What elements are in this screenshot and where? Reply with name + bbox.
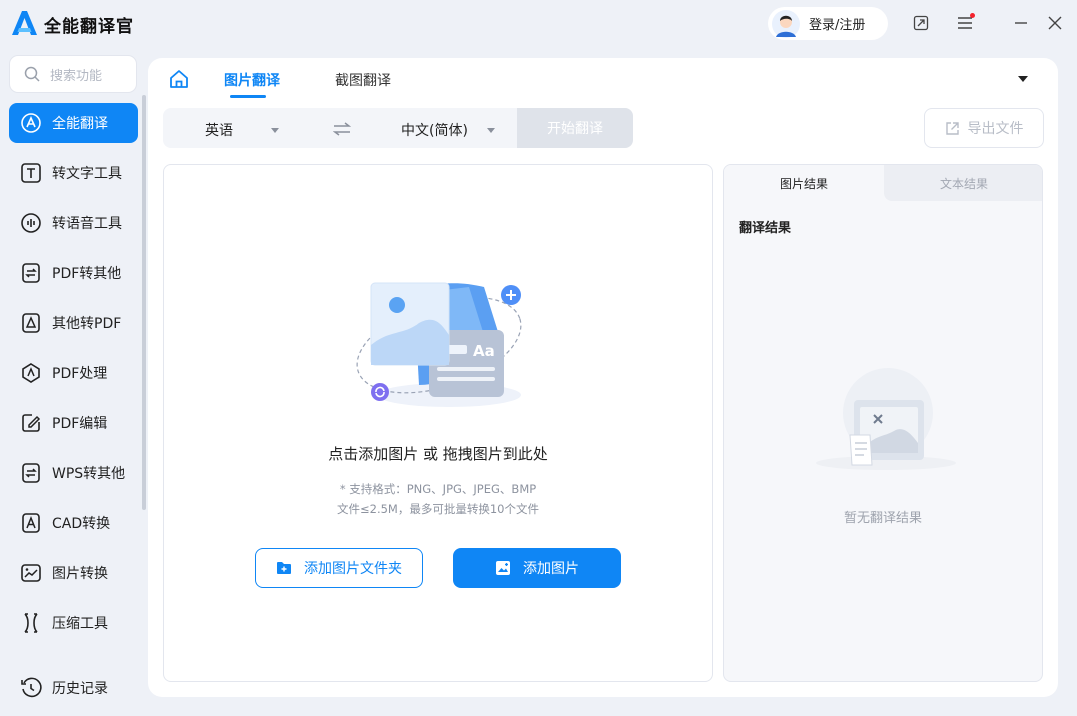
- app-logo-icon: [12, 11, 37, 35]
- add-folder-label: 添加图片文件夹: [304, 561, 402, 577]
- sidebar-item-label: PDF转其他: [52, 266, 122, 282]
- pin-icon[interactable]: [910, 12, 932, 34]
- history-label: 历史记录: [52, 681, 108, 697]
- sidebar-item-label: 压缩工具: [52, 616, 108, 632]
- upload-limit-hint: 文件≤2.5M，最多可批量转换10个文件: [337, 502, 539, 516]
- sidebar-item-label: 其他转PDF: [52, 316, 122, 332]
- tab-image-translate[interactable]: 图片翻译: [224, 70, 280, 90]
- export-label: 导出文件: [967, 121, 1024, 137]
- sidebar-item-history[interactable]: 历史记录: [9, 668, 138, 708]
- pdf-convert-icon: [22, 263, 40, 283]
- sidebar-item-label: 全能翻译: [52, 116, 108, 132]
- sidebar-item-label: 转语音工具: [52, 216, 122, 232]
- compress-icon: [24, 613, 38, 633]
- start-translate-button[interactable]: 开始翻译: [517, 108, 633, 148]
- sidebar-item-label: CAD转换: [52, 516, 111, 532]
- sidebar-item-translate[interactable]: 全能翻译: [9, 103, 138, 143]
- tab-image-result[interactable]: 图片结果: [724, 165, 884, 201]
- history-icon: [21, 677, 42, 698]
- app-title: 全能翻译官: [44, 17, 134, 37]
- export-file-button[interactable]: 导出文件: [924, 108, 1044, 148]
- target-language-select[interactable]: 中文(简体): [401, 120, 495, 140]
- sidebar-item-text-tool[interactable]: 转文字工具: [9, 153, 138, 193]
- sidebar-item-label: PDF处理: [52, 366, 108, 382]
- chevron-down-icon: [486, 127, 495, 133]
- upload-title: 点击添加图片 或 拖拽图片到此处: [328, 445, 548, 463]
- home-icon[interactable]: [168, 68, 190, 90]
- cad-convert-icon: [22, 513, 40, 533]
- login-label: 登录/注册: [809, 18, 866, 33]
- pdf-edit-icon: [22, 414, 41, 432]
- add-image-button[interactable]: 添加图片: [453, 548, 621, 588]
- text-tool-icon: [21, 163, 41, 183]
- image-convert-icon: [21, 564, 41, 582]
- upload-illustration-icon: Aa: [356, 282, 522, 407]
- upload-format-hint: * 支持格式：PNG、JPG、JPEG、BMP: [339, 482, 537, 496]
- source-language-value: 英语: [205, 123, 233, 139]
- result-panel: 图片结果 文本结果 翻译结果 暂无翻译结果: [723, 164, 1043, 682]
- pdf-process-icon: [22, 363, 40, 383]
- chevron-down-icon: [271, 127, 279, 133]
- menu-icon[interactable]: [954, 12, 976, 34]
- sidebar-item-pdf-edit[interactable]: PDF编辑: [9, 403, 138, 443]
- login-button[interactable]: 登录/注册: [768, 7, 888, 40]
- sidebar-scrollbar[interactable]: [142, 95, 146, 510]
- search-placeholder: 搜索功能: [50, 68, 103, 84]
- add-image-folder-button[interactable]: 添加图片文件夹: [255, 548, 423, 588]
- empty-result-icon: [816, 368, 956, 470]
- tab-text-result[interactable]: 文本结果: [884, 165, 1042, 201]
- search-icon: [24, 66, 40, 82]
- wps-convert-icon: [22, 463, 40, 483]
- voice-tool-icon: [21, 213, 41, 233]
- add-image-label: 添加图片: [523, 561, 579, 577]
- upload-dropzone[interactable]: Aa 点击添加图片 或 拖拽图片到此处 * 支持格式：PNG、JPG、JPEG、…: [163, 164, 713, 682]
- sidebar-item-label: 转文字工具: [52, 166, 122, 182]
- minimize-icon[interactable]: [1010, 12, 1032, 34]
- dropdown-caret-icon[interactable]: [1018, 76, 1028, 82]
- export-icon: [945, 121, 959, 135]
- sidebar-item-voice-tool[interactable]: 转语音工具: [9, 203, 138, 243]
- sidebar-item-compress[interactable]: 压缩工具: [9, 603, 138, 643]
- close-icon[interactable]: [1044, 12, 1066, 34]
- empty-result-text: 暂无翻译结果: [843, 511, 922, 526]
- sidebar-item-pdf-convert[interactable]: PDF转其他: [9, 253, 138, 293]
- sidebar-item-wps-convert[interactable]: WPS转其他: [9, 453, 138, 493]
- sidebar-item-pdf-process[interactable]: PDF处理: [9, 353, 138, 393]
- sidebar-item-image-convert[interactable]: 图片转换: [9, 553, 138, 593]
- avatar-icon: [772, 9, 800, 38]
- image-add-icon: [496, 561, 510, 575]
- to-pdf-icon: [22, 313, 40, 333]
- language-bar: 英语 中文(简体): [163, 108, 517, 148]
- target-language-value: 中文(简体): [401, 123, 468, 139]
- sidebar-item-label: WPS转其他: [52, 466, 126, 482]
- sidebar-item-label: PDF编辑: [52, 416, 108, 432]
- translate-icon: [21, 113, 41, 133]
- search-input[interactable]: 搜索功能: [9, 55, 137, 93]
- sidebar-item-cad-convert[interactable]: CAD转换: [9, 503, 138, 543]
- notification-dot: [970, 13, 975, 18]
- result-title: 翻译结果: [739, 221, 792, 236]
- sidebar-item-to-pdf[interactable]: 其他转PDF: [9, 303, 138, 343]
- sidebar-item-label: 图片转换: [52, 566, 108, 582]
- source-language-select[interactable]: 英语: [205, 120, 279, 140]
- svg-text:Aa: Aa: [473, 342, 495, 360]
- main-panel: 图片翻译 截图翻译 英语 中文(简体) 开始翻译 导出文件 Aa 点击添加图片 …: [148, 58, 1058, 697]
- tab-screenshot-translate[interactable]: 截图翻译: [335, 70, 391, 90]
- tab-underline: [230, 95, 266, 98]
- folder-add-icon: [277, 562, 291, 574]
- swap-languages-icon[interactable]: [333, 122, 351, 136]
